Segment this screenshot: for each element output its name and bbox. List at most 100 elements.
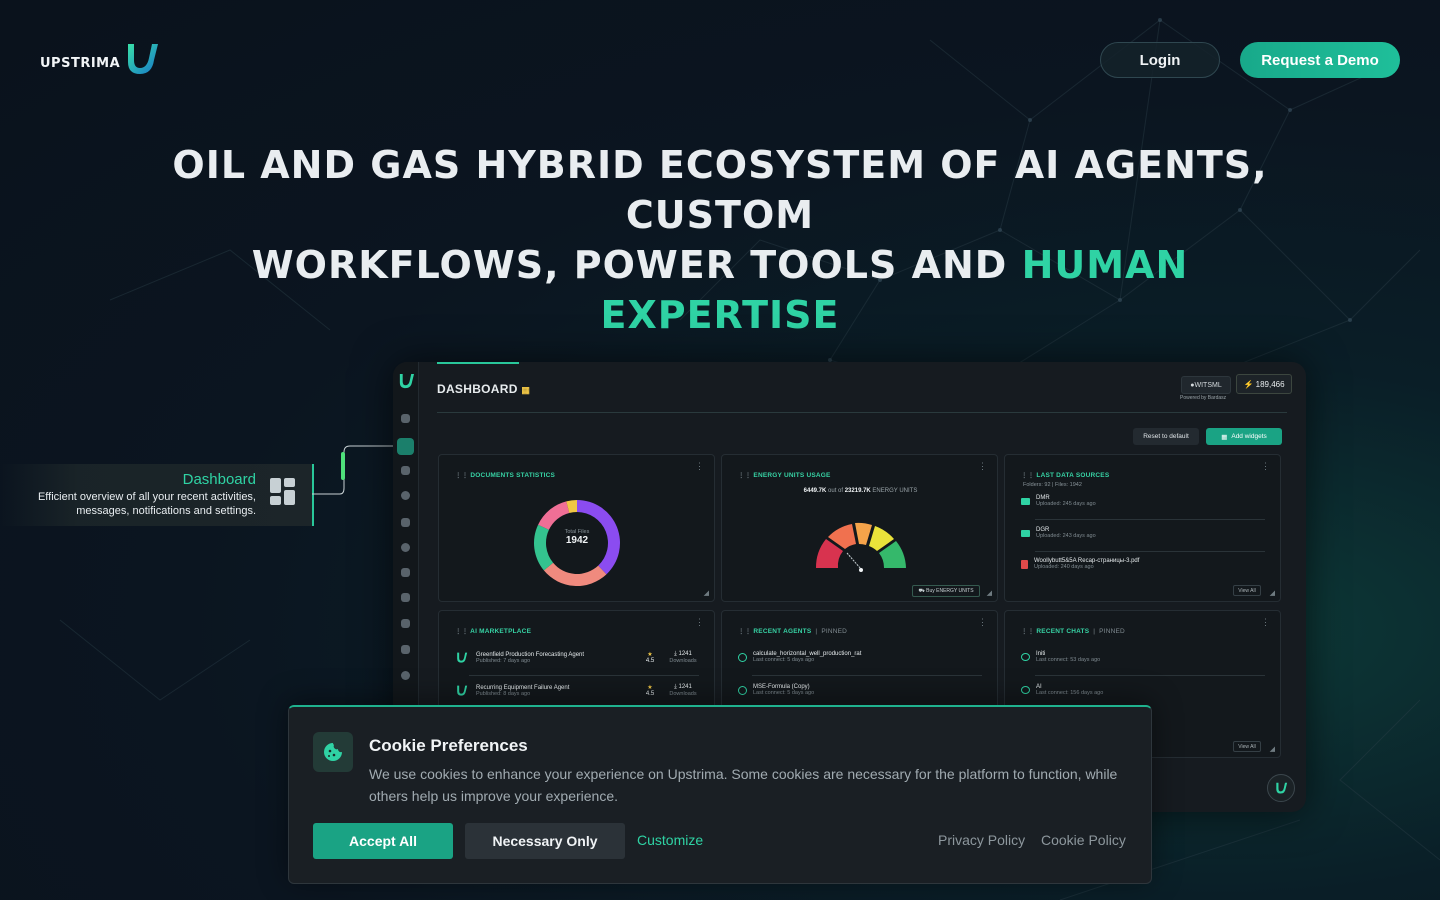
source-meta: Uploaded: 245 days ago	[1036, 501, 1096, 507]
marketplace-item[interactable]: Greenfield Production Forecasting Agent P…	[455, 651, 701, 664]
tooltip-connector	[312, 443, 399, 495]
sidebar-video-icon[interactable]	[401, 619, 410, 628]
powered-by: Powered by Bardasz	[1180, 395, 1227, 401]
dashboard-header-divider	[437, 412, 1287, 413]
agent-status-icon	[738, 652, 747, 662]
energy-card-title: ⋮⋮ ENERGY UNITS USAGE	[738, 472, 831, 479]
star-icon: ★	[647, 652, 653, 658]
documents-statistics-card: ⋮⋮ DOCUMENTS STATISTICS ⋮ Total Files 19…	[438, 454, 715, 602]
agent-logo-icon	[457, 685, 468, 696]
sidebar-settings-icon[interactable]	[401, 671, 410, 680]
energy-units-card: ⋮⋮ ENERGY UNITS USAGE ⋮ 6449.7K out of 2…	[721, 454, 998, 602]
energy-out-of: out of	[828, 488, 844, 494]
kebab-menu-icon[interactable]: ⋮	[1261, 617, 1270, 628]
sidebar-dashboard-icon[interactable]	[397, 438, 414, 455]
request-demo-button[interactable]: Request a Demo	[1240, 42, 1400, 78]
agent-item[interactable]: calculate_horizontal_well_production_rat…	[738, 651, 861, 663]
assistant-fab[interactable]	[1267, 774, 1295, 802]
sidebar-agents-icon[interactable]	[401, 518, 410, 527]
star-icon: ★	[647, 685, 653, 691]
sidebar-learn-icon[interactable]	[401, 593, 410, 602]
kebab-menu-icon[interactable]: ⋮	[695, 461, 704, 472]
grid-icon: ▦	[521, 385, 531, 395]
donut-center: Total Files 1942	[527, 529, 627, 546]
sources-summary: Folders: 92 | Files: 1942	[1023, 482, 1082, 488]
hero-line-2: WORKFLOWS, POWER TOOLS AND HUMAN EXPERTI…	[140, 240, 1300, 340]
chat-meta: Last connect: 53 days ago	[1036, 657, 1101, 663]
chats-card-title: ⋮⋮ RECENT CHATS | PINNED	[1021, 628, 1125, 635]
folder-icon	[1021, 497, 1030, 505]
source-item[interactable]: Woollybutt5&5A Recap-страницы-3.pdf Uploa…	[1021, 558, 1139, 570]
sidebar-home-icon[interactable]	[401, 414, 410, 423]
sidebar-users-icon[interactable]	[401, 543, 410, 552]
reset-to-default-button[interactable]: Reset to default	[1133, 428, 1199, 445]
source-item[interactable]: DMR Uploaded: 245 days ago	[1021, 495, 1096, 507]
sidebar-workflow-icon[interactable]	[401, 568, 410, 577]
resize-handle-icon[interactable]: ◢	[1270, 589, 1275, 597]
chat-item[interactable]: AI Last connect: 156 days ago	[1021, 684, 1103, 696]
documents-title-text: DOCUMENTS STATISTICS	[470, 472, 556, 479]
agent-rating: 4.5	[645, 691, 655, 697]
row-divider	[752, 675, 982, 676]
brand-logo[interactable]: UPSTRIMA	[40, 42, 160, 78]
sidebar-store-icon[interactable]	[401, 645, 410, 654]
buy-energy-units-button[interactable]: ⛟ Buy ENERGY UNITS	[912, 585, 980, 597]
resize-handle-icon[interactable]: ◢	[1270, 745, 1275, 753]
energy-total: 23219.7K	[844, 488, 871, 494]
chats-pinned-tab[interactable]: PINNED	[1099, 628, 1125, 635]
units-balance-value: 189,466	[1255, 379, 1285, 389]
hero-heading: OIL AND GAS HYBRID ECOSYSTEM OF AI AGENT…	[140, 140, 1300, 340]
kebab-menu-icon[interactable]: ⋮	[695, 617, 704, 628]
resize-handle-icon[interactable]: ◢	[704, 589, 709, 597]
marketplace-item[interactable]: Recurring Equipment Failure Agent Publish…	[455, 684, 701, 697]
energy-usage-summary: 6449.7K out of 23219.7K ENERGY UNITS	[722, 488, 997, 494]
cookie-policy-link[interactable]: Cookie Policy	[1041, 832, 1126, 848]
agents-pinned-tab[interactable]: PINNED	[821, 628, 847, 635]
login-button[interactable]: Login	[1100, 42, 1220, 78]
sidebar-files-icon[interactable]	[401, 466, 410, 475]
kebab-menu-icon[interactable]: ⋮	[978, 461, 987, 472]
customize-link[interactable]: Customize	[637, 832, 703, 848]
dashboard-title-text: DASHBOARD	[437, 382, 518, 396]
pdf-icon	[1021, 559, 1028, 569]
resize-handle-icon[interactable]: ◢	[987, 589, 992, 597]
folder-icon	[1021, 529, 1030, 537]
add-widgets-label: Add widgets	[1231, 433, 1267, 440]
upstrima-logo-icon	[128, 44, 159, 74]
kebab-menu-icon[interactable]: ⋮	[978, 617, 987, 628]
energy-used: 6449.7K	[803, 488, 827, 494]
dashboard-title: DASHBOARD ▦	[437, 382, 530, 396]
cookie-glyph-icon	[324, 743, 342, 761]
chat-item[interactable]: Initi Last connect: 53 days ago	[1021, 651, 1100, 663]
marketplace-card-title: ⋮⋮ AI MARKETPLACE	[455, 628, 532, 635]
sources-card-title: ⋮⋮ LAST DATA SOURCES	[1021, 472, 1110, 479]
privacy-policy-link[interactable]: Privacy Policy	[938, 832, 1025, 848]
dashboard-grid-icon	[270, 478, 295, 505]
total-files-value: 1942	[565, 535, 589, 546]
add-widgets-button[interactable]: ▦ Add widgets	[1206, 428, 1282, 445]
agents-title-text: RECENT AGENTS	[753, 628, 812, 635]
view-all-chats-button[interactable]: View All	[1233, 741, 1261, 752]
agent-downloads: 1241	[678, 684, 692, 690]
hero-line-1: OIL AND GAS HYBRID ECOSYSTEM OF AI AGENT…	[172, 143, 1268, 237]
chat-bubble-icon	[1021, 653, 1030, 661]
sidebar-chat-icon[interactable]	[401, 491, 410, 500]
tooltip-desc-line-1: Efficient overview of all your recent ac…	[37, 491, 256, 503]
source-item[interactable]: DGR Uploaded: 243 days ago	[1021, 527, 1096, 539]
agent-meta: Last connect: 5 days ago	[753, 690, 815, 696]
marketplace-title-text: AI MARKETPLACE	[470, 628, 532, 635]
lightning-icon: ⚡	[1243, 379, 1254, 389]
energy-units-balance[interactable]: ⚡ 189,466	[1236, 374, 1292, 394]
accept-all-button[interactable]: Accept All	[313, 823, 453, 859]
witsml-badge[interactable]: ● WITSML	[1181, 376, 1231, 394]
agent-rating: 4.5	[645, 658, 655, 664]
necessary-only-button[interactable]: Necessary Only	[465, 823, 625, 859]
row-divider	[1035, 551, 1265, 552]
hero-line-2-plain: WORKFLOWS, POWER TOOLS AND	[251, 243, 1022, 287]
row-divider	[1035, 519, 1265, 520]
kebab-menu-icon[interactable]: ⋮	[1261, 461, 1270, 472]
witsml-label: WITSML	[1194, 381, 1222, 389]
view-all-sources-button[interactable]: View All	[1233, 585, 1261, 596]
agent-item[interactable]: MSE-Formula (Copy) Last connect: 5 days a…	[738, 684, 814, 696]
documents-card-title: ⋮⋮ DOCUMENTS STATISTICS	[455, 472, 556, 479]
